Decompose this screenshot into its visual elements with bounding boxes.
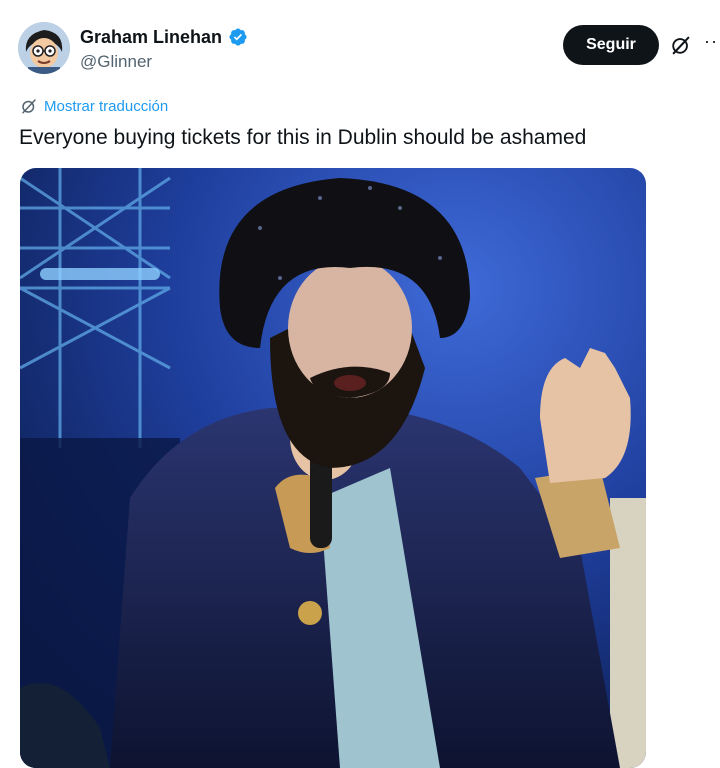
verified-badge-icon[interactable] bbox=[228, 27, 248, 47]
follow-button[interactable]: Seguir bbox=[563, 25, 659, 65]
display-name[interactable]: Graham Linehan bbox=[80, 26, 222, 48]
tweet-header: Graham Linehan @Glinner Seguir ··· bbox=[18, 22, 720, 78]
author-handle[interactable]: @Glinner bbox=[80, 50, 248, 74]
concert-photo bbox=[20, 168, 646, 768]
tweet-media-photo[interactable] bbox=[20, 168, 646, 768]
tweet-text: Everyone buying tickets for this in Dubl… bbox=[19, 126, 587, 149]
show-translation-link[interactable]: Mostrar traducción bbox=[20, 97, 168, 115]
show-translation-label[interactable]: Mostrar traducción bbox=[44, 98, 168, 115]
translate-icon bbox=[22, 99, 36, 114]
avatar-illustration bbox=[18, 22, 70, 74]
more-options-icon[interactable]: ··· bbox=[704, 31, 720, 52]
grok-icon[interactable] bbox=[670, 34, 692, 56]
author-info: Graham Linehan @Glinner bbox=[80, 26, 248, 74]
avatar[interactable] bbox=[18, 22, 70, 74]
display-name-row[interactable]: Graham Linehan bbox=[80, 26, 248, 48]
